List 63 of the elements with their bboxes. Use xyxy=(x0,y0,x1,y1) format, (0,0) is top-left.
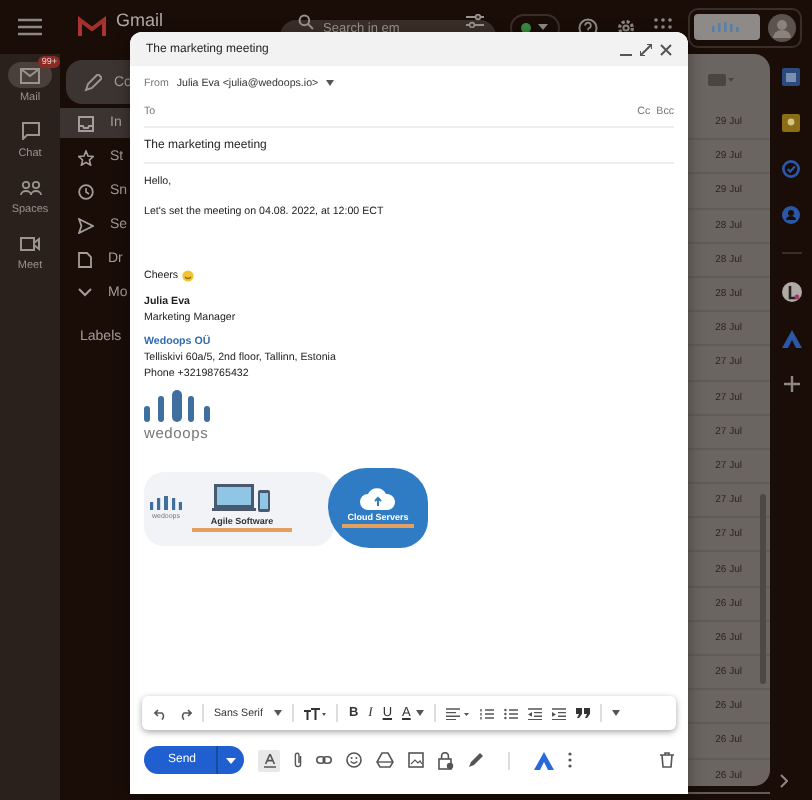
trash-icon[interactable] xyxy=(660,752,674,768)
lock-clock-icon[interactable] xyxy=(438,751,455,769)
calendar-icon[interactable] xyxy=(782,68,800,86)
plus-icon[interactable] xyxy=(783,376,799,392)
attach-icon[interactable] xyxy=(294,752,303,768)
settings-icon[interactable] xyxy=(615,17,636,37)
indent-less-icon[interactable] xyxy=(528,707,543,719)
image-icon[interactable] xyxy=(408,752,425,768)
pencil-icon xyxy=(84,73,102,91)
send-options-button[interactable] xyxy=(216,746,245,774)
organization-logo-icon xyxy=(693,14,760,40)
search-icon xyxy=(297,14,314,30)
triangle-logo-icon[interactable] xyxy=(534,751,555,769)
link-icon[interactable] xyxy=(316,756,333,764)
company-logo-icon xyxy=(150,496,182,510)
filter-icon[interactable] xyxy=(465,14,484,28)
gmail-logo-icon xyxy=(78,16,106,38)
company-logo-icon xyxy=(144,390,212,422)
caret-icon xyxy=(226,757,237,763)
inbox-icon xyxy=(78,115,94,131)
send-icon xyxy=(78,217,94,233)
account-switcher[interactable] xyxy=(687,7,802,47)
tasks-icon[interactable] xyxy=(782,160,800,178)
redo-icon[interactable] xyxy=(178,707,192,719)
caret-icon xyxy=(416,710,425,716)
chat-icon xyxy=(21,122,39,140)
numbered-list-icon[interactable] xyxy=(480,707,495,719)
document-icon xyxy=(78,251,92,267)
undo-icon[interactable] xyxy=(154,707,168,719)
note-icon[interactable] xyxy=(782,114,800,132)
people-icon xyxy=(19,179,41,195)
align-icon[interactable] xyxy=(446,707,471,719)
chevron-down-icon xyxy=(78,288,92,298)
caret-icon[interactable] xyxy=(612,710,621,716)
add-on-icon[interactable] xyxy=(781,282,801,302)
cloud-icon xyxy=(360,488,396,511)
text-size-icon[interactable] xyxy=(304,707,327,719)
emoji-icon xyxy=(182,270,195,282)
expand-icon[interactable] xyxy=(640,43,652,55)
devices-drawing xyxy=(212,484,272,515)
emoji-icon[interactable] xyxy=(346,752,363,768)
pen-icon[interactable] xyxy=(468,752,485,768)
close-icon[interactable] xyxy=(660,43,672,55)
status-dot-icon xyxy=(520,21,533,33)
caret-icon xyxy=(274,710,283,716)
quote-icon[interactable] xyxy=(576,708,591,718)
product-name: Gmail xyxy=(116,12,164,30)
formatting-options-button[interactable] xyxy=(258,749,281,771)
indent-more-icon[interactable] xyxy=(552,707,567,719)
drive-icon[interactable] xyxy=(376,752,395,768)
video-camera-icon xyxy=(20,235,40,251)
contacts-icon[interactable] xyxy=(782,206,800,224)
text-format-icon xyxy=(263,753,276,767)
mail-icon xyxy=(20,67,40,83)
menu-icon[interactable] xyxy=(18,18,42,36)
more-options-icon[interactable] xyxy=(568,752,573,768)
star-icon xyxy=(78,149,94,165)
triangle-logo-icon[interactable] xyxy=(781,330,801,348)
avatar-icon[interactable] xyxy=(767,13,796,41)
chevron-right-icon[interactable] xyxy=(780,774,788,788)
caret-icon[interactable] xyxy=(326,80,335,86)
bulleted-list-icon[interactable] xyxy=(504,707,519,719)
clock-icon xyxy=(78,183,94,199)
